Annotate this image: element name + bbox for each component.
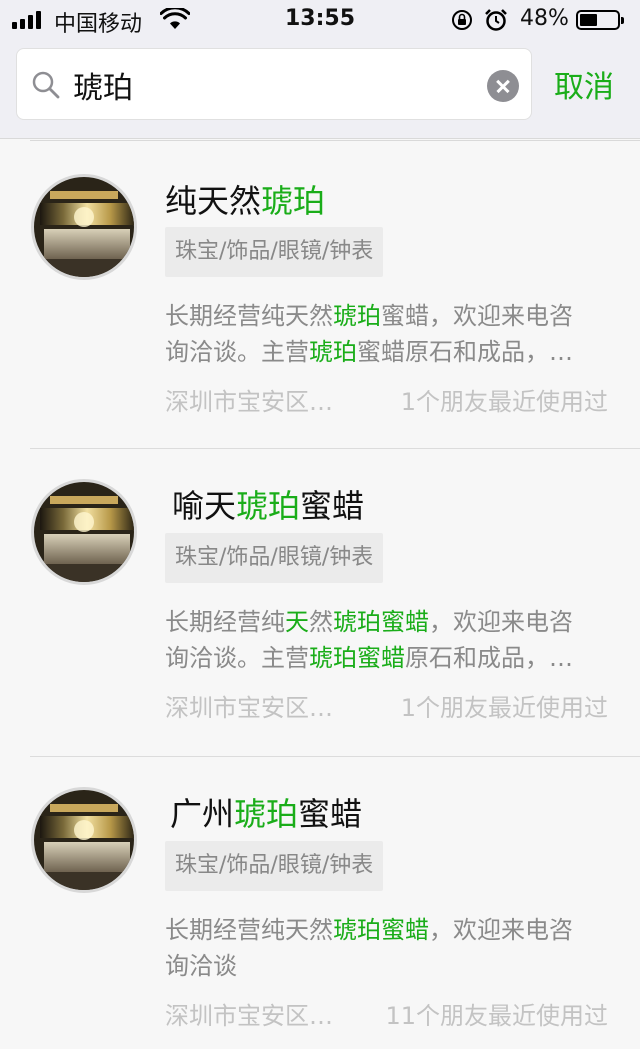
result-description: 长期经营纯天然琥珀蜜蜡，欢迎来电咨 询洽谈。主营琥珀蜜蜡原石和成品，… — [165, 604, 615, 676]
search-box[interactable] — [16, 48, 532, 120]
battery-icon — [576, 10, 624, 30]
keyword-highlight: 琥珀 — [333, 302, 381, 330]
keyword-highlight: 天 — [285, 608, 309, 636]
search-input[interactable] — [73, 63, 483, 107]
category-tag: 珠宝/饰品/眼镜/钟表 — [165, 533, 384, 583]
text-segment: 蜜蜡 — [298, 795, 363, 833]
avatar — [31, 479, 137, 585]
text-segment: ，欢迎来电咨 — [429, 916, 573, 944]
keyword-highlight: 琥珀 — [261, 182, 326, 220]
search-header: 取消 — [0, 40, 640, 139]
result-item[interactable]: 喻天琥珀蜜蜡 珠宝/饰品/眼镜/钟表 长期经营纯天然琥珀蜜蜡，欢迎来电咨 询洽谈… — [0, 449, 640, 756]
keyword-highlight: 琥珀 — [236, 487, 301, 525]
result-location: 深圳市宝安区… — [165, 1002, 333, 1030]
search-icon — [32, 71, 60, 99]
result-title: 纯天然琥珀 — [165, 176, 325, 222]
text-segment: 蜜蜡原石和成品，… — [357, 338, 573, 366]
status-bar: 中国移动 13:55 48% — [0, 0, 640, 40]
category-tag: 珠宝/饰品/眼镜/钟表 — [165, 227, 384, 277]
keyword-highlight: 琥珀蜜蜡 — [333, 608, 429, 636]
result-friends-used: 1个朋友最近使用过 — [400, 694, 608, 722]
text-segment: 询洽谈。主营 — [165, 644, 309, 672]
text-segment: 询洽谈。主营 — [165, 338, 309, 366]
result-friends-used: 1个朋友最近使用过 — [400, 388, 608, 416]
text-segment: 长期经营纯 — [165, 608, 285, 636]
text-segment: 纯天然 — [165, 182, 262, 220]
avatar — [31, 174, 137, 280]
text-segment: 询洽谈 — [165, 952, 237, 980]
result-description: 长期经营纯天然琥珀蜜蜡，欢迎来电咨 询洽谈 — [165, 912, 615, 984]
result-location: 深圳市宝安区… — [165, 694, 333, 722]
orientation-lock-icon — [452, 10, 472, 30]
result-friends-used: 11个朋友最近使用过 — [385, 1002, 608, 1030]
text-segment: 然 — [309, 608, 333, 636]
keyword-highlight: 琥珀蜜蜡 — [333, 916, 429, 944]
keyword-highlight: 琥珀 — [234, 795, 299, 833]
text-segment: ，欢迎来电咨 — [429, 608, 573, 636]
keyword-highlight: 琥珀 — [309, 338, 357, 366]
text-segment: 喻天 — [172, 487, 237, 525]
result-title: 喻天琥珀蜜蜡 — [172, 481, 364, 527]
result-title: 广州琥珀蜜蜡 — [170, 789, 362, 835]
cancel-button[interactable]: 取消 — [554, 62, 614, 106]
result-location: 深圳市宝安区… — [165, 388, 333, 416]
text-segment: 广州 — [170, 795, 235, 833]
avatar — [31, 787, 137, 893]
result-item[interactable]: 纯天然琥珀 珠宝/饰品/眼镜/钟表 长期经营纯天然琥珀蜜蜡，欢迎来电咨 询洽谈。… — [0, 140, 640, 448]
alarm-icon — [485, 9, 507, 31]
text-segment: 长期经营纯天然 — [165, 302, 333, 330]
result-item[interactable]: 广州琥珀蜜蜡 珠宝/饰品/眼镜/钟表 长期经营纯天然琥珀蜜蜡，欢迎来电咨 询洽谈… — [0, 757, 640, 1049]
text-segment: 蜜蜡，欢迎来电咨 — [381, 302, 573, 330]
battery-percent: 48% — [520, 6, 569, 31]
result-description: 长期经营纯天然琥珀蜜蜡，欢迎来电咨 询洽谈。主营琥珀蜜蜡原石和成品，… — [165, 298, 615, 370]
clear-icon[interactable] — [487, 70, 519, 102]
text-segment: 长期经营纯天然 — [165, 916, 333, 944]
category-tag: 珠宝/饰品/眼镜/钟表 — [165, 841, 384, 891]
text-segment: 原石和成品，… — [405, 644, 573, 672]
keyword-highlight: 琥珀蜜蜡 — [309, 644, 405, 672]
text-segment: 蜜蜡 — [300, 487, 365, 525]
